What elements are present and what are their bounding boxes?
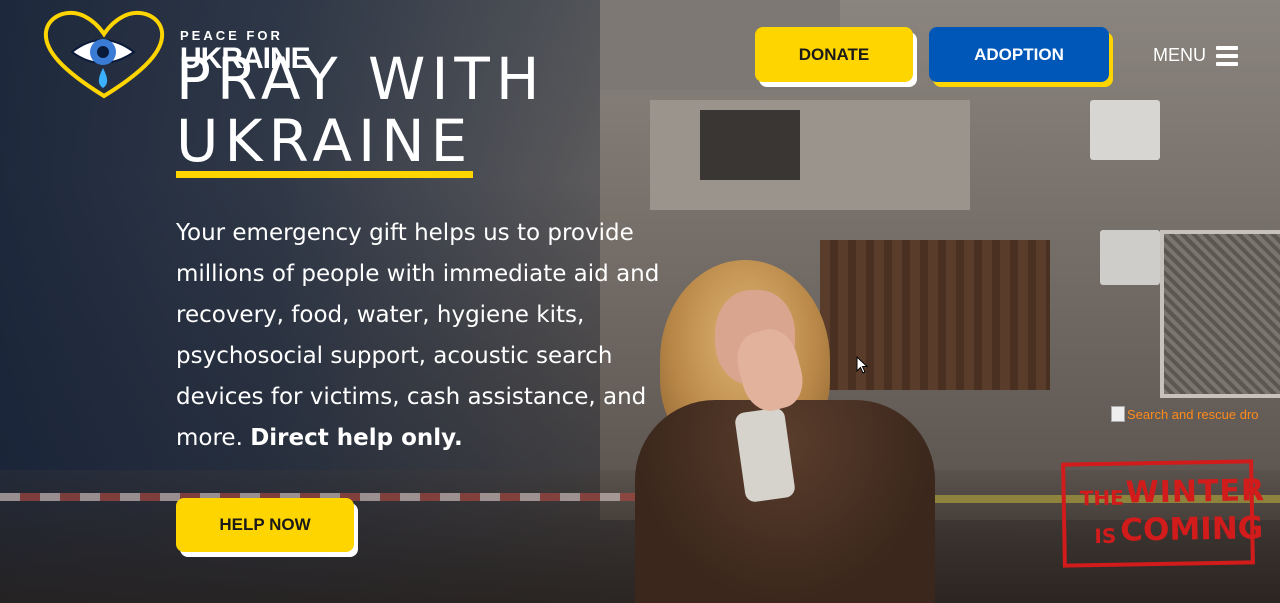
menu-toggle[interactable]: MENU — [1153, 45, 1238, 66]
mouse-cursor-icon — [856, 356, 868, 374]
winter-is-coming-stamp[interactable]: THE WINTER IS COMING — [1061, 459, 1265, 568]
donate-button[interactable]: DONATE — [755, 27, 913, 82]
stamp-word: COMING — [1119, 510, 1264, 549]
burnt-window — [820, 240, 1050, 390]
heart-eye-logo-icon[interactable] — [42, 10, 167, 102]
brand-line1: PEACE FOR — [180, 28, 283, 43]
hero-description-text: Your emergency gift helps us to provide … — [176, 220, 660, 451]
broken-image[interactable]: Search and rescue dro — [1111, 404, 1280, 424]
ac-unit — [1090, 100, 1160, 160]
hero-title-line1: PRAY WITH — [176, 45, 546, 113]
broken-image-alt: Search and rescue dro — [1127, 406, 1259, 422]
grated-window — [1160, 230, 1280, 398]
window — [700, 110, 800, 180]
hero-description: Your emergency gift helps us to provide … — [176, 213, 676, 459]
hero-description-bold: Direct help only. — [250, 425, 463, 451]
hamburger-icon — [1216, 45, 1238, 66]
menu-label: MENU — [1153, 45, 1206, 65]
stamp-word: THE — [1079, 485, 1124, 511]
adoption-button[interactable]: ADOPTION — [929, 27, 1109, 82]
balcony — [650, 100, 970, 210]
stamp-word: IS — [1094, 523, 1117, 549]
hero-title: PRAY WITH UKRAINE — [176, 48, 545, 178]
ac-unit — [1100, 230, 1160, 285]
stamp-word: WINTER — [1125, 473, 1266, 511]
broken-image-icon — [1111, 406, 1125, 422]
hero-title-line2: UKRAINE — [176, 111, 474, 178]
help-now-button[interactable]: HELP NOW — [176, 498, 354, 552]
